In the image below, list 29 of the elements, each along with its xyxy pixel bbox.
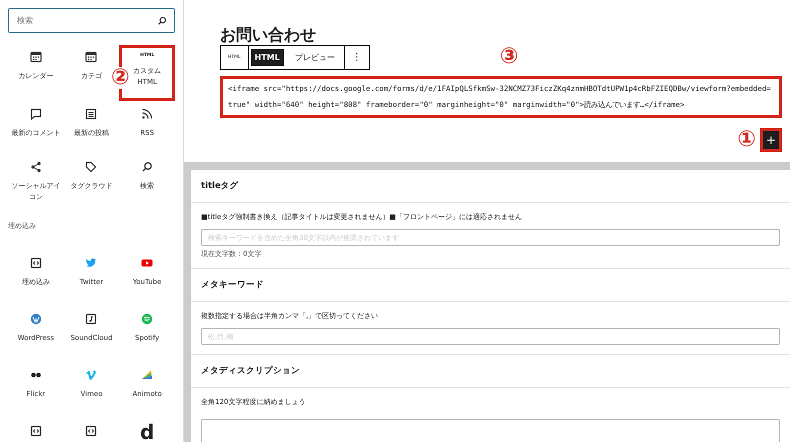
tag-icon [85,161,98,173]
annotation-number: ② [111,67,130,89]
search-field[interactable]: 検索 [8,8,175,33]
rss-icon [141,108,154,120]
embed-icon [85,425,98,437]
spotify-icon [141,313,154,325]
section-title: titleタグ [191,170,790,203]
bird-icon [85,257,98,269]
comment-icon [30,108,42,120]
search-icon [141,161,154,173]
section-title: メタディスクリプション [191,355,790,388]
embed-icon [30,425,42,437]
toolbar-tab[interactable]: HTML [250,48,284,66]
calendar-icon [30,51,42,63]
section-title: メタキーワード [191,269,790,302]
list-icon [85,108,98,120]
animoto-icon [141,369,154,381]
page-heading: お問い合わせ [220,26,317,44]
block-item[interactable]: d [138,421,156,442]
wordpress-icon [30,313,42,325]
add-block-button[interactable]: + [760,128,782,152]
calendar-icon [85,51,98,63]
embed-icon [30,257,42,269]
letter-d-icon: d [140,425,154,439]
share-icon [30,161,42,173]
vimeo-icon [85,369,98,381]
search-icon [157,16,167,26]
music-note-icon [85,313,98,325]
play-icon [141,257,154,269]
